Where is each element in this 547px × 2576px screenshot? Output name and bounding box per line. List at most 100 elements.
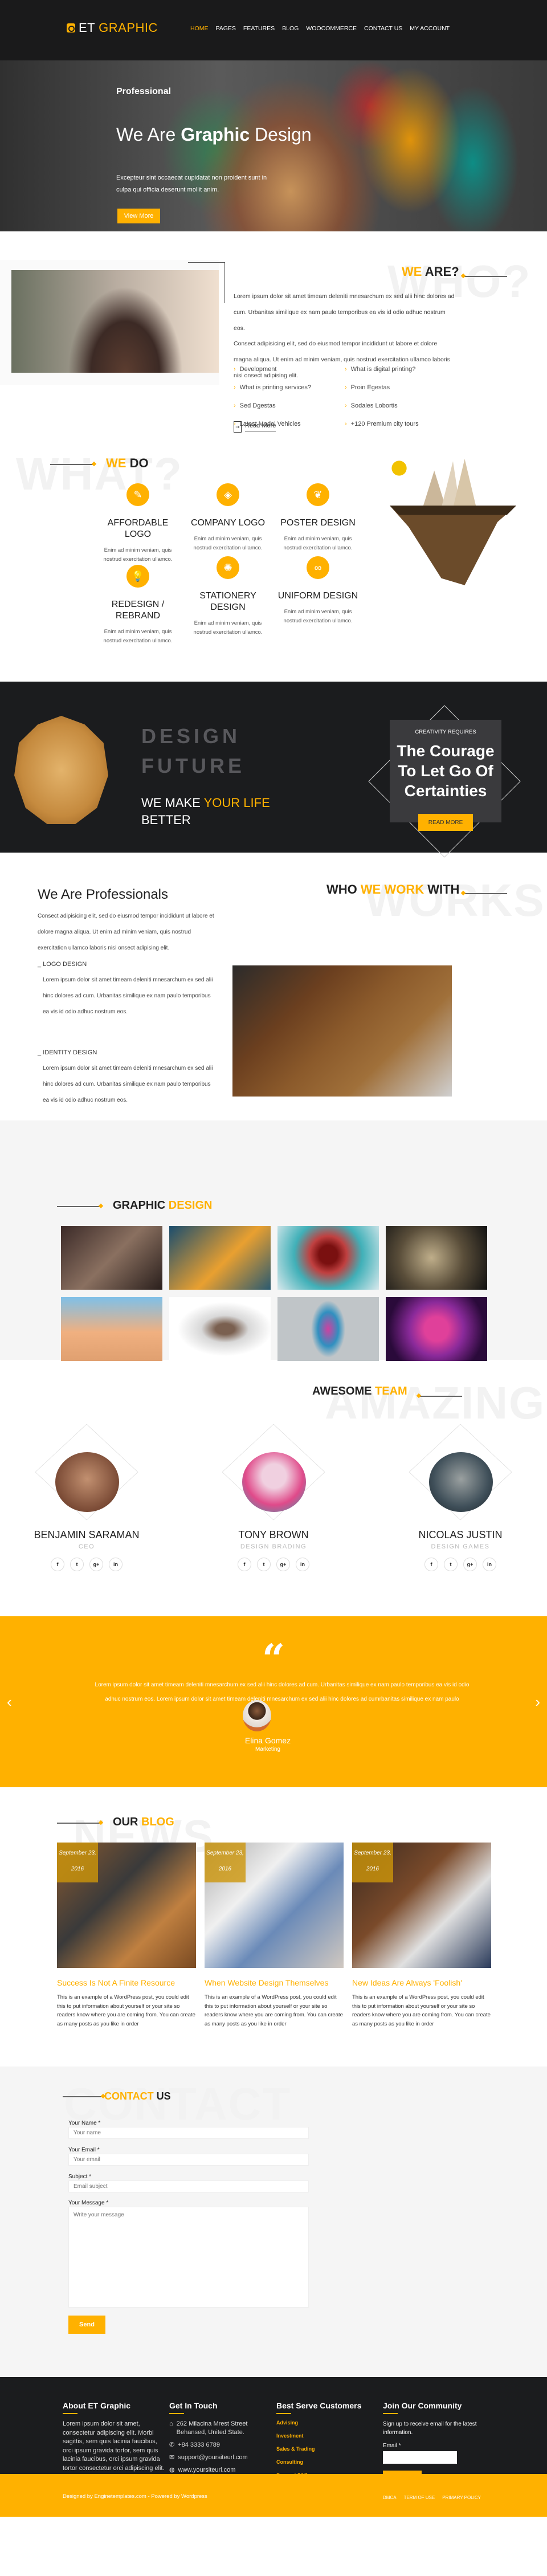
post-date: September 23, 2016 bbox=[57, 1843, 98, 1882]
pros-item-text: Lorem ipsum dolor sit amet timeam deleni… bbox=[43, 1065, 213, 1103]
what-title-accent: WE bbox=[106, 456, 126, 470]
view-more-button[interactable]: View More bbox=[117, 209, 160, 223]
blog-post[interactable]: September 23, 2016 New Ideas Are Always … bbox=[352, 1843, 491, 2028]
nav-contact-us[interactable]: CONTACT US bbox=[364, 25, 402, 32]
google-plus-icon[interactable]: g+ bbox=[276, 1558, 290, 1571]
blog-post[interactable]: September 23, 2016 When Website Design T… bbox=[205, 1843, 344, 2028]
subscribe-email-input[interactable] bbox=[383, 2451, 457, 2464]
phone-row: ✆ +84 3333 6789 bbox=[169, 2441, 260, 2449]
post-date: September 23, 2016 bbox=[205, 1843, 246, 1882]
who-we-are-section: WHO? WE ARE? Lorem ipsum dolor sit amet … bbox=[0, 231, 547, 442]
member-avatar bbox=[429, 1452, 493, 1512]
testimonial-text: Lorem ipsum dolor sit amet timeam deleni… bbox=[95, 1682, 470, 1702]
read-more-button[interactable]: READ MORE bbox=[418, 814, 473, 831]
chevron-left-icon[interactable]: ‹ bbox=[7, 1693, 12, 1711]
google-plus-icon[interactable]: g+ bbox=[89, 1558, 103, 1571]
df-line-1: DESIGN bbox=[141, 724, 241, 748]
testimonial-name: Elina Gomez bbox=[244, 1736, 291, 1745]
df-line-2: FUTURE bbox=[141, 754, 245, 777]
mountain-shape bbox=[453, 459, 477, 508]
quote-box: CREATIVITY REQUIRES The Courage To Let G… bbox=[390, 720, 501, 822]
gallery-title-accent: DESIGN bbox=[168, 1199, 213, 1212]
twitter-icon[interactable]: t bbox=[70, 1558, 84, 1571]
linkedin-icon[interactable]: in bbox=[483, 1558, 496, 1571]
website-link[interactable]: www.yoursiteurl.com bbox=[178, 2466, 236, 2475]
quote-text: The Courage To Let Go Of Certainties bbox=[397, 742, 495, 800]
hero-kicker: Professional bbox=[116, 87, 172, 96]
service-title: POSTER DESIGN bbox=[280, 518, 356, 528]
email-link[interactable]: support@yoursiteurl.com bbox=[178, 2453, 247, 2462]
gallery-tile-polygon-head[interactable] bbox=[277, 1297, 379, 1361]
blog-post[interactable]: September 23, 2016 Success Is Not A Fini… bbox=[57, 1843, 196, 2028]
member-role: DESIGN GAMES bbox=[431, 1543, 490, 1550]
member-avatar bbox=[242, 1452, 306, 1512]
footer-link-sales-trading[interactable]: Sales & Trading bbox=[276, 2446, 368, 2452]
gallery-tile-desert[interactable] bbox=[61, 1297, 162, 1361]
facebook-icon[interactable]: f bbox=[51, 1558, 64, 1571]
terms-link[interactable]: TERM OF USE bbox=[404, 2495, 435, 2500]
gallery-tile-old-man[interactable] bbox=[61, 1226, 162, 1290]
deco-line bbox=[464, 276, 507, 277]
design-future-subtitle: WE MAKE YOUR LIFE BETTER bbox=[141, 794, 270, 829]
message-textarea[interactable] bbox=[68, 2207, 309, 2308]
nav-features[interactable]: FEATURES bbox=[243, 25, 275, 32]
pros-item-logo-design: LOGO DESIGN Lorem ipsum dolor sit amet t… bbox=[38, 961, 214, 1020]
twitter-icon[interactable]: t bbox=[257, 1558, 271, 1571]
footer-services: Best Serve Customers Advising Investment… bbox=[276, 2401, 368, 2485]
footer-link-advising[interactable]: Advising bbox=[276, 2420, 368, 2426]
hero-title-post: Design bbox=[250, 124, 312, 145]
nav-blog[interactable]: BLOG bbox=[282, 25, 299, 32]
gallery-tile-headdress[interactable] bbox=[386, 1297, 487, 1361]
twitter-icon[interactable]: t bbox=[444, 1558, 458, 1571]
send-button[interactable]: Send bbox=[68, 2316, 105, 2334]
email-input[interactable] bbox=[68, 2154, 309, 2166]
service-title: COMPANY LOGO bbox=[190, 518, 266, 528]
linkedin-icon[interactable]: in bbox=[296, 1558, 309, 1571]
message-label: Your Message * bbox=[68, 2200, 109, 2206]
footer-link-consulting[interactable]: Consulting bbox=[276, 2459, 368, 2465]
pros-title: We Are Professionals bbox=[38, 887, 168, 902]
facebook-icon[interactable]: f bbox=[238, 1558, 251, 1571]
site-logo[interactable]: ET GRAPHIC bbox=[67, 21, 158, 35]
nav-home[interactable]: HOME bbox=[190, 25, 209, 32]
post-excerpt: This is an example of a WordPress post, … bbox=[352, 1994, 491, 2027]
service-poster-design: ❦ POSTER DESIGN Enim ad minim veniam, qu… bbox=[275, 483, 361, 553]
privacy-policy-link[interactable]: PRIMARY POLICY bbox=[442, 2495, 481, 2500]
blog-title-accent: BLOG bbox=[141, 1816, 174, 1828]
facebook-icon[interactable]: f bbox=[424, 1558, 438, 1571]
post-image[interactable]: September 23, 2016 bbox=[57, 1843, 196, 1968]
who-title-rest: ARE? bbox=[422, 264, 459, 279]
what-title: WE DO bbox=[106, 456, 149, 471]
gallery-tile-spikes[interactable] bbox=[386, 1226, 487, 1290]
service-title: STATIONERY DESIGN bbox=[199, 591, 256, 612]
gallery-tile-red-tunnel[interactable] bbox=[277, 1226, 379, 1290]
post-image[interactable]: September 23, 2016 bbox=[352, 1843, 491, 1968]
chevron-right-icon[interactable]: › bbox=[535, 1693, 540, 1711]
nav-pages[interactable]: PAGES bbox=[216, 25, 236, 32]
read-more-label: Read More bbox=[245, 422, 276, 431]
gallery-tile-parrot[interactable] bbox=[169, 1226, 271, 1290]
name-input[interactable] bbox=[68, 2127, 309, 2139]
gallery-tile-astronaut[interactable] bbox=[169, 1297, 271, 1361]
footer-community: Join Our Community Sign up to receive em… bbox=[383, 2401, 480, 2484]
deco-line bbox=[419, 1396, 462, 1397]
nav-my-account[interactable]: MY ACCOUNT bbox=[410, 25, 450, 32]
post-title[interactable]: New Ideas Are Always 'Foolish' bbox=[352, 1978, 491, 1987]
footer-link-investment[interactable]: Investment bbox=[276, 2433, 368, 2439]
post-title[interactable]: When Website Design Themselves bbox=[205, 1978, 344, 1987]
team-section: AMAZING AWESOME TEAM BENJAMIN SARAMAN CE… bbox=[0, 1360, 547, 1616]
read-more-link[interactable]: ➞ Read More bbox=[234, 421, 276, 433]
post-image[interactable]: September 23, 2016 bbox=[205, 1843, 344, 1968]
post-title[interactable]: Success Is Not A Finite Resource bbox=[57, 1978, 196, 1987]
design-future-banner: DESIGN FUTURE WE MAKE YOUR LIFE BETTER C… bbox=[0, 682, 547, 858]
service-desc: Enim ad minim veniam, quis nostrud exerc… bbox=[193, 536, 263, 551]
subject-input[interactable] bbox=[68, 2180, 309, 2192]
nav-woocommerce[interactable]: WOOCOMMERCE bbox=[306, 25, 357, 32]
linkedin-icon[interactable]: in bbox=[109, 1558, 123, 1571]
badge-icon: ✺ bbox=[217, 556, 239, 579]
graphic-design-section: GRAPHIC DESIGN bbox=[0, 1120, 547, 1361]
dmca-link[interactable]: DMCA bbox=[383, 2495, 397, 2500]
google-plus-icon[interactable]: g+ bbox=[463, 1558, 477, 1571]
testimonial-avatar bbox=[243, 1700, 271, 1731]
team-title-pre: AWESOME bbox=[312, 1385, 375, 1397]
